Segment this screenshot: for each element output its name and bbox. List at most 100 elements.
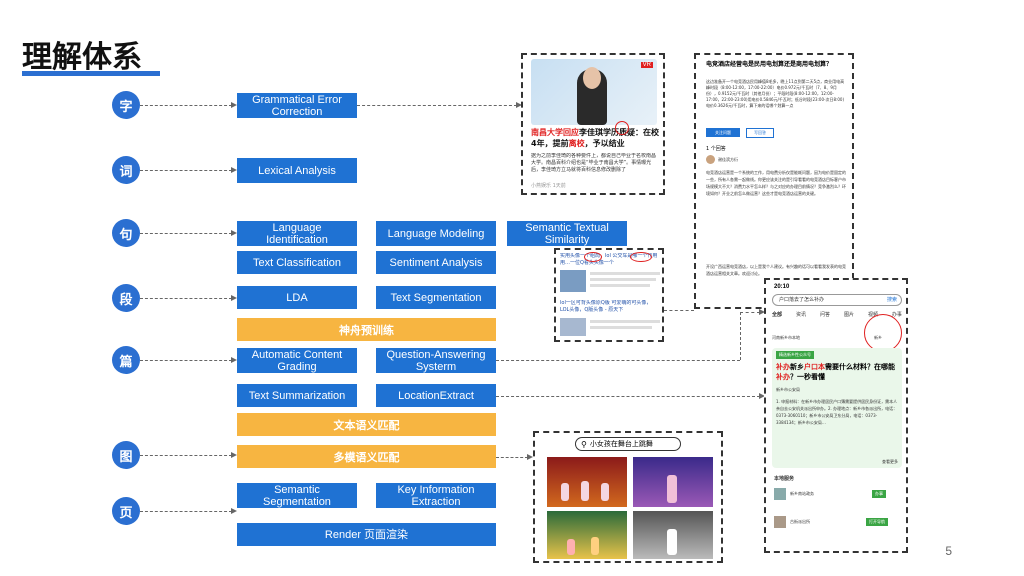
- dancer-figure: [667, 529, 677, 555]
- follow-question-button[interactable]: 关注问题: [706, 128, 740, 137]
- result-image[interactable]: [547, 457, 627, 507]
- vr-badge: VR: [640, 62, 653, 68]
- error-highlight-circle: [615, 121, 629, 135]
- service-tag: 河南新乡市本地: [772, 335, 800, 340]
- connector: [140, 105, 232, 106]
- lexical-analysis-box: Lexical Analysis: [237, 158, 357, 183]
- answer-panel: 精选新乡性公众号 补办新乡户口本需要什么材料？在哪能补办？一秒看懂 新乡市公安局…: [772, 348, 902, 468]
- page-title: 理解体系: [22, 40, 142, 75]
- connector: [740, 312, 760, 313]
- arrow: [231, 508, 237, 514]
- tab-images[interactable]: 图片: [844, 312, 854, 319]
- text-line: [590, 284, 650, 287]
- level-article: 篇: [112, 346, 140, 374]
- connector: [140, 511, 232, 512]
- multimodal-semantic-match-bar: 多模语义匹配: [237, 445, 496, 468]
- search-button[interactable]: 搜索: [887, 297, 897, 304]
- news-source: 小燕娱乐 1天前: [531, 183, 566, 189]
- language-modeling-box: Language Modeling: [376, 221, 496, 246]
- write-answer-button[interactable]: 写回答: [746, 128, 774, 138]
- headline-text: ，予以结业: [584, 139, 625, 148]
- qa-body: 这边准备开一个电竞酒店民用峰值8毛多，晚上11点到第二天5点，商业用电高峰时段（…: [706, 79, 845, 108]
- image-search-query[interactable]: 小女孩在舞台上跳舞: [590, 439, 653, 449]
- avatar[interactable]: [706, 155, 715, 164]
- qa-card: 电竞酒店经营电是民用电划算还是商用电划算？ 这边准备开一个电竞酒店民用峰值8毛多…: [694, 53, 854, 309]
- similarity-card: 实用头像一个组局，lol 公交车是哪一个作用用…一位Q看头头像一个 lol一区可…: [554, 248, 664, 342]
- search-input[interactable]: 户口落去了怎么补办: [779, 297, 824, 304]
- sentiment-analysis-box: Sentiment Analysis: [376, 251, 496, 274]
- text-line: [590, 326, 652, 329]
- more-link[interactable]: 查看更多: [882, 458, 898, 465]
- level-image: 图: [112, 441, 140, 469]
- connector: [140, 298, 232, 299]
- local-service-title: 本地服务: [774, 476, 795, 482]
- text-line: [590, 272, 660, 275]
- page-number: 5: [945, 544, 952, 558]
- connector: [140, 455, 232, 456]
- level-sentence: 句: [112, 219, 140, 247]
- service-item-1[interactable]: 新乡南站政务: [790, 490, 814, 497]
- news-photo: VR: [531, 59, 657, 125]
- tab-all[interactable]: 全部: [772, 312, 782, 319]
- connector: [496, 457, 528, 458]
- answer-count: 1 个回答: [706, 146, 726, 152]
- language-identification-box: Language Identification: [237, 221, 357, 246]
- tab-qa[interactable]: 问答: [820, 312, 830, 319]
- headline-text: 4年，提前: [531, 139, 569, 148]
- text-summarization-box: Text Summarization: [237, 384, 357, 407]
- semantic-textual-similarity-box: Semantic Textual Similarity: [507, 221, 627, 246]
- image-search-bar[interactable]: ⚲ 小女孩在舞台上跳舞: [575, 437, 681, 451]
- lda-box: LDA: [237, 286, 357, 309]
- search-icon: ⚲: [581, 439, 587, 449]
- text-line: [590, 278, 656, 281]
- level-word: 词: [112, 156, 140, 184]
- result-image[interactable]: [633, 511, 713, 559]
- official-account[interactable]: 新乡市公安局: [776, 386, 800, 393]
- dancer-figure: [581, 481, 589, 501]
- result-image[interactable]: [633, 457, 713, 507]
- tab-news[interactable]: 资讯: [796, 312, 806, 319]
- connector: [740, 312, 741, 360]
- level-paragraph: 段: [112, 284, 140, 312]
- search-bar[interactable]: 户口落去了怎么补办 搜索: [772, 294, 902, 306]
- service-item-2[interactable]: 古街派出所: [790, 518, 810, 525]
- level-char: 字: [112, 91, 140, 119]
- title-underline: [22, 71, 160, 76]
- official-tag: 精选新乡性公众号: [776, 351, 814, 359]
- answer-headline[interactable]: 补办新乡户口本需要什么材料？在哪能补办？一秒看懂: [776, 362, 898, 382]
- connector: [496, 396, 760, 397]
- answer-body: 1. 申报材料：在新乡市办理居民户口簿需要提供居民身份证，需本人亲自去公安机关派…: [776, 399, 898, 425]
- dancer-figure: [591, 537, 599, 555]
- connector: [140, 360, 232, 361]
- similar-question-2[interactable]: lol一区可背头像原Q版 可爱萌的可头像，LOL头像，Q版头像 - 原天下: [560, 300, 660, 314]
- connector: [140, 170, 232, 171]
- connector: [664, 310, 694, 311]
- result-image[interactable]: [547, 511, 627, 559]
- pretrain-bar: 神舟预训练: [237, 318, 496, 341]
- connector: [496, 360, 740, 361]
- key-information-extraction-box: Key Information Extraction: [376, 483, 496, 508]
- text-line: [590, 320, 660, 323]
- dancer-figure: [567, 539, 575, 555]
- person-face: [583, 67, 601, 89]
- answerer-name[interactable]: 谢佳滨方衍: [718, 156, 738, 163]
- news-headline[interactable]: 南昌大学回应李佳琪学历质疑：在校 4年，提前离校，予以结业: [531, 127, 659, 149]
- automatic-content-grading-box: Automatic Content Grading: [237, 348, 357, 373]
- question-answering-box: Question-Answering Systerm: [376, 348, 496, 373]
- level-page: 页: [112, 497, 140, 525]
- service-thumbnail: [774, 488, 786, 500]
- answer-text: 电竞酒店运营是一个系统的工作，用电费分析仅是能耗问题，因为电价是固定的一些，所有…: [706, 170, 846, 196]
- qa-title[interactable]: 电竞酒店经营电是民用电划算还是商用电划算？: [706, 61, 846, 69]
- news-body: 据为之前李佳琦的各种要件上，都说自己毕业于名校南昌大学。南昌百科介绍也是“毕业于…: [531, 153, 657, 173]
- news-card: VR 南昌大学回应李佳琪学历质疑：在校 4年，提前离校，予以结业 据为之前李佳琦…: [521, 53, 665, 195]
- service-2-button[interactable]: 打开导航: [866, 518, 888, 526]
- connector: [357, 105, 517, 106]
- dancer-figure: [561, 483, 569, 501]
- service-thumbnail: [774, 516, 786, 528]
- connector: [140, 233, 232, 234]
- thumbnail: [560, 270, 586, 292]
- image-search-card: ⚲ 小女孩在舞台上跳舞: [533, 431, 723, 563]
- highlight-circle: [630, 252, 652, 262]
- service-1-button[interactable]: 办事: [872, 490, 886, 498]
- grammatical-error-correction-box: Grammatical Error Correction: [237, 93, 357, 118]
